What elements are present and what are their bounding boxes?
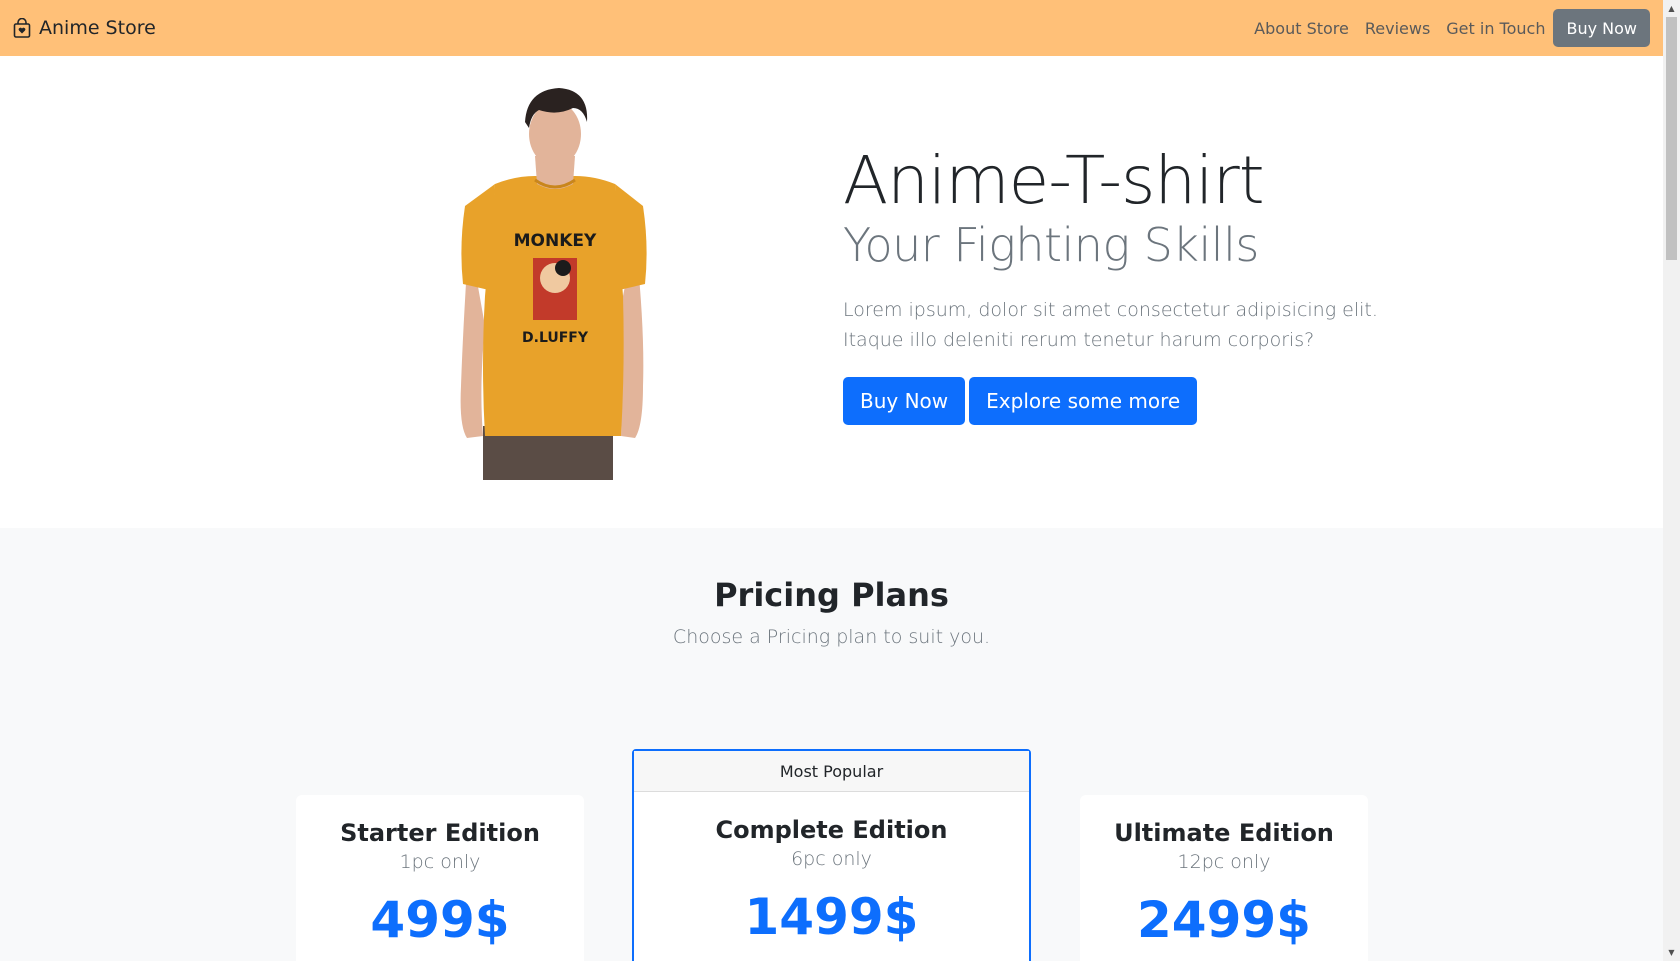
pricing-card-complete: Most Popular Complete Edition 6pc only 1…: [632, 749, 1031, 961]
scrollbar-thumb[interactable]: [1666, 17, 1677, 260]
plan-price: 2499$: [1137, 891, 1311, 949]
plan-name: Complete Edition: [715, 816, 948, 844]
shirt-print-bottom: D.LUFFY: [522, 330, 589, 346]
plan-name: Starter Edition: [340, 819, 540, 847]
plan-price: 1499$: [744, 888, 919, 946]
navbar: Anime Store About Store Reviews Get in T…: [0, 0, 1663, 56]
plan-name: Ultimate Edition: [1114, 819, 1334, 847]
scroll-up-icon[interactable]: ▲: [1663, 0, 1680, 17]
hero-description: Lorem ipsum, dolor sit amet consectetur …: [843, 299, 1378, 351]
plan-qty: 12pc only: [1177, 851, 1271, 873]
pricing-title: Pricing Plans: [714, 576, 949, 614]
shopping-bag-icon: [13, 18, 31, 38]
hero-title: Anime-T-shirt: [843, 142, 1265, 219]
hero-explore-button[interactable]: Explore some more: [969, 377, 1198, 425]
hero-subtitle: Your Fighting Skills: [843, 218, 1259, 272]
nav-buy-now-button[interactable]: Buy Now: [1553, 9, 1650, 47]
shirt-print-top: MONKEY: [514, 231, 597, 251]
scroll-down-icon[interactable]: ▼: [1663, 944, 1680, 961]
page-scrollbar[interactable]: ▲ ▼: [1663, 0, 1680, 961]
hero-buy-now-button[interactable]: Buy Now: [843, 377, 966, 425]
brand-label: Anime Store: [39, 17, 156, 39]
tshirt-model-image: MONKEY D.LUFFY: [460, 88, 647, 480]
nav-link-contact[interactable]: Get in Touch: [1438, 19, 1553, 38]
plan-qty: 6pc only: [791, 848, 872, 870]
plan-price: 499$: [370, 891, 510, 949]
nav-link-reviews[interactable]: Reviews: [1357, 19, 1438, 38]
hero-text: Anime-T-shirt Your Fighting Skills Lorem…: [843, 141, 1383, 425]
pricing-section: Pricing Plans Choose a Pricing plan to s…: [0, 528, 1663, 961]
nav-links: About Store Reviews Get in Touch Buy Now: [1246, 9, 1650, 47]
brand-link[interactable]: Anime Store: [13, 17, 156, 39]
plan-qty: 1pc only: [399, 851, 481, 873]
nav-link-about[interactable]: About Store: [1246, 19, 1357, 38]
pricing-subtitle: Choose a Pricing plan to suit you.: [672, 626, 991, 648]
pricing-card-ultimate: Ultimate Edition 12pc only 2499$: [1080, 795, 1368, 961]
most-popular-badge: Most Popular: [634, 751, 1029, 792]
hero-buttons: Buy Now Explore some more: [843, 377, 1383, 425]
pricing-card-starter: Starter Edition 1pc only 499$: [296, 795, 584, 961]
hero-section: MONKEY D.LUFFY Anime-T-shirt Your Fighti…: [0, 56, 1663, 528]
